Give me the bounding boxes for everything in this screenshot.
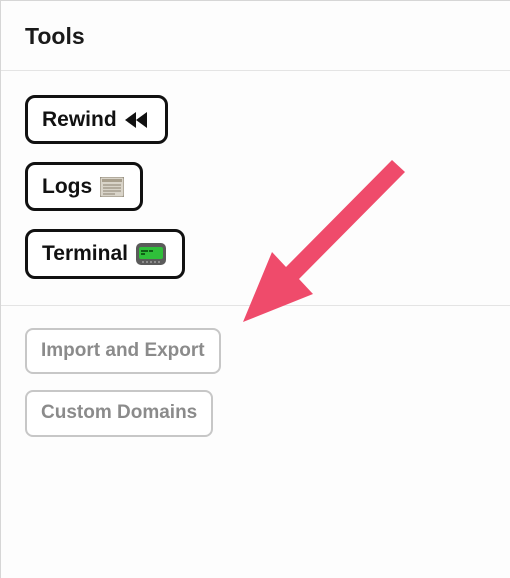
logs-button[interactable]: Logs [25,162,143,211]
primary-tools-section: Rewind Logs Te [1,71,510,306]
terminal-button[interactable]: Terminal [25,229,185,278]
rewind-button-label: Rewind [42,107,117,132]
panel-header: Tools [1,1,510,71]
logs-button-label: Logs [42,174,92,199]
rewind-icon [125,111,149,129]
import-export-label: Import and Export [41,340,205,363]
page-title: Tools [25,23,486,50]
terminal-button-label: Terminal [42,241,128,266]
import-export-button[interactable]: Import and Export [25,328,221,375]
custom-domains-button[interactable]: Custom Domains [25,390,213,437]
logs-icon [100,177,124,197]
secondary-tools-section: Import and Export Custom Domains [1,306,510,460]
custom-domains-label: Custom Domains [41,402,197,425]
tools-panel: Tools Rewind Logs [0,0,510,578]
rewind-button[interactable]: Rewind [25,95,168,144]
terminal-icon [136,243,166,265]
